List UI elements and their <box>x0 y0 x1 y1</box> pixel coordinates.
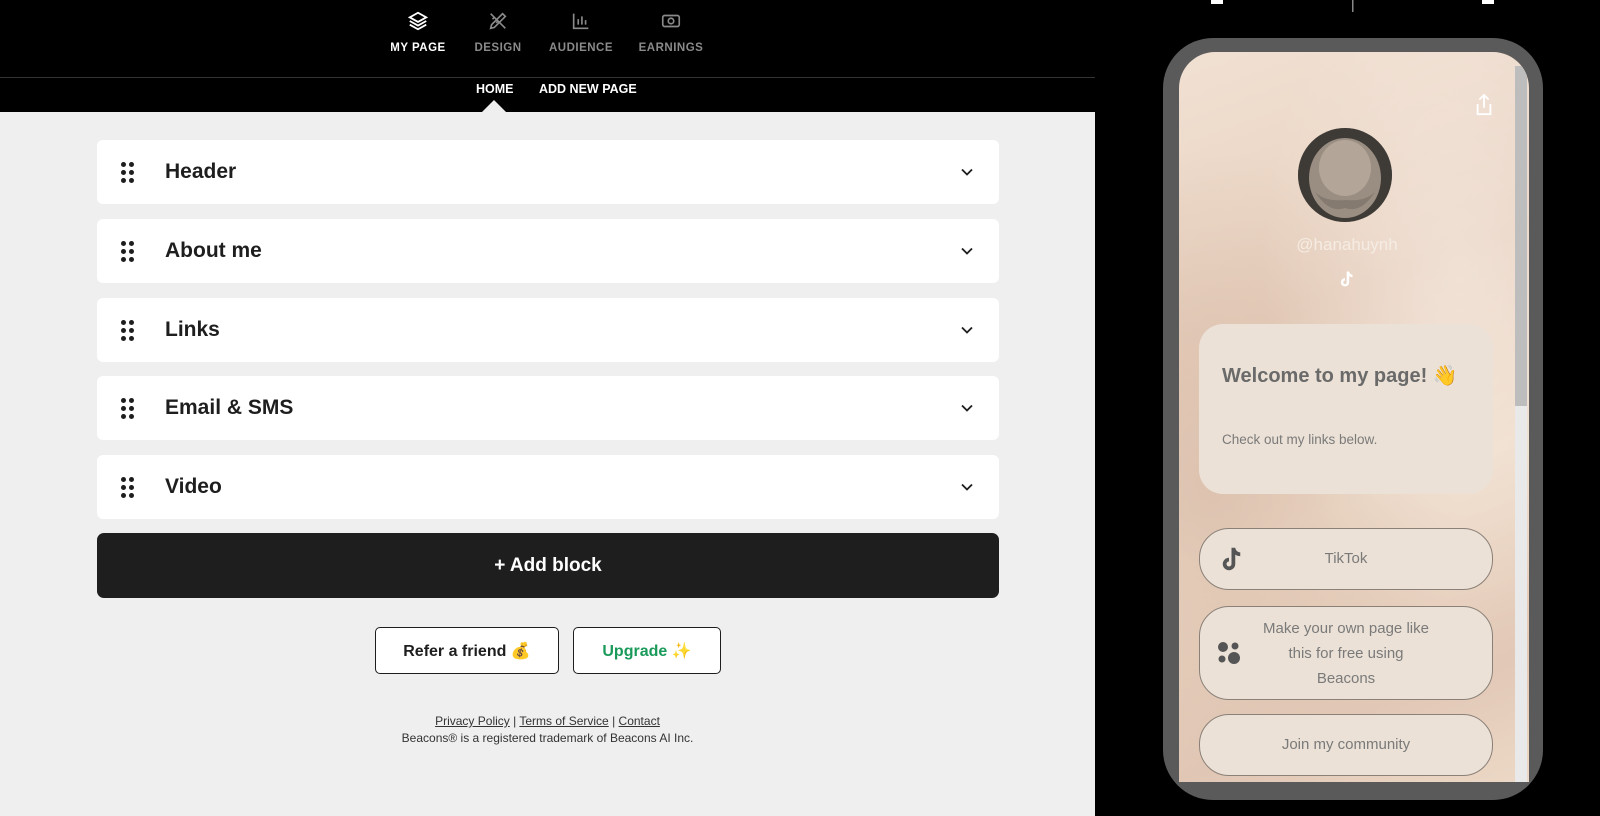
link-join-community[interactable]: Join my community <box>1199 714 1493 776</box>
tab-add-new-page[interactable]: ADD NEW PAGE <box>539 82 637 96</box>
pencil-ruler-icon <box>489 12 507 30</box>
block-title: Links <box>165 318 220 341</box>
share-icon[interactable] <box>1473 92 1495 118</box>
preview-toolbar-marks <box>1211 0 1494 12</box>
refer-a-friend-button[interactable]: Refer a friend 💰 <box>375 627 559 674</box>
nav-my-page[interactable]: MY PAGE <box>373 10 463 54</box>
nav-earnings-label: EARNINGS <box>638 42 704 54</box>
bar-chart-icon <box>572 13 589 30</box>
drag-handle-icon[interactable] <box>119 239 139 263</box>
nav-audience[interactable]: AUDIENCE <box>536 10 626 54</box>
block-title: Video <box>165 475 222 498</box>
block-title: Header <box>165 160 237 183</box>
drag-handle-icon[interactable] <box>119 160 139 184</box>
footer-links: Privacy Policy | Terms of Service | Cont… <box>0 714 1095 728</box>
footer-separator: | <box>513 714 517 728</box>
link-beacons[interactable]: Make your own page like this for free us… <box>1199 606 1493 700</box>
profile-handle: @hanahuynh <box>1296 235 1398 254</box>
editor-panel: MY PAGE DESIGN AUDIENCE EARNINGS HOME AD… <box>0 0 1095 816</box>
block-about-me[interactable]: About me <box>97 219 999 283</box>
avatar-photo <box>1298 128 1392 222</box>
nav-design-label: DESIGN <box>474 42 522 54</box>
avatar <box>1298 128 1392 222</box>
beacons-logo-icon <box>1218 642 1240 664</box>
active-tab-indicator <box>482 100 506 112</box>
page-tabs: HOME ADD NEW PAGE <box>0 78 1095 112</box>
phone-screen: @hanahuynh Welcome to my page! 👋 Check o… <box>1179 52 1529 782</box>
privacy-policy-link[interactable]: Privacy Policy <box>435 714 510 728</box>
block-links[interactable]: Links <box>97 298 999 362</box>
link-label: TikTok <box>1324 550 1368 567</box>
preview-scroll-thumb[interactable] <box>1515 66 1527 406</box>
welcome-title: Welcome to my page! 👋 <box>1222 365 1458 387</box>
top-navigation: MY PAGE DESIGN AUDIENCE EARNINGS <box>0 0 1095 78</box>
welcome-card: Welcome to my page! 👋 Check out my links… <box>1199 324 1493 494</box>
terms-of-service-link[interactable]: Terms of Service <box>519 714 608 728</box>
tab-home[interactable]: HOME <box>476 82 514 96</box>
contact-link[interactable]: Contact <box>619 714 660 728</box>
welcome-body: Check out my links below. <box>1222 432 1378 447</box>
chevron-down-icon[interactable] <box>957 320 977 340</box>
drag-handle-icon[interactable] <box>119 475 139 499</box>
blocks-area: Header About me Links Email & SMS Video <box>0 112 1095 816</box>
footer-separator: | <box>612 714 616 728</box>
trademark-notice: Beacons® is a registered trademark of Be… <box>401 731 694 745</box>
nav-design[interactable]: DESIGN <box>453 10 543 54</box>
phone-frame: @hanahuynh Welcome to my page! 👋 Check o… <box>1163 38 1543 800</box>
link-tiktok[interactable]: TikTok <box>1199 528 1493 590</box>
block-title: Email & SMS <box>165 396 294 419</box>
drag-handle-icon[interactable] <box>119 396 139 420</box>
block-header[interactable]: Header <box>97 140 999 204</box>
link-label-line: Beacons <box>1316 670 1376 687</box>
add-block-button[interactable]: + Add block <box>97 533 999 598</box>
chevron-down-icon[interactable] <box>957 162 977 182</box>
chevron-down-icon[interactable] <box>957 477 977 497</box>
block-title: About me <box>165 239 262 262</box>
drag-handle-icon[interactable] <box>119 318 139 342</box>
layers-icon <box>407 11 429 31</box>
dollar-bill-icon <box>661 14 681 28</box>
nav-earnings[interactable]: EARNINGS <box>626 10 716 54</box>
tiktok-icon[interactable] <box>1335 268 1355 290</box>
link-label: Join my community <box>1281 736 1411 753</box>
block-email-sms[interactable]: Email & SMS <box>97 376 999 440</box>
nav-audience-label: AUDIENCE <box>548 42 614 54</box>
chevron-down-icon[interactable] <box>957 398 977 418</box>
nav-my-page-label: MY PAGE <box>390 42 446 54</box>
upgrade-button[interactable]: Upgrade ✨ <box>573 627 721 674</box>
phone-preview-panel: @hanahuynh Welcome to my page! 👋 Check o… <box>1095 0 1600 816</box>
block-video[interactable]: Video <box>97 455 999 519</box>
chevron-down-icon[interactable] <box>957 241 977 261</box>
tiktok-icon <box>1222 547 1241 571</box>
